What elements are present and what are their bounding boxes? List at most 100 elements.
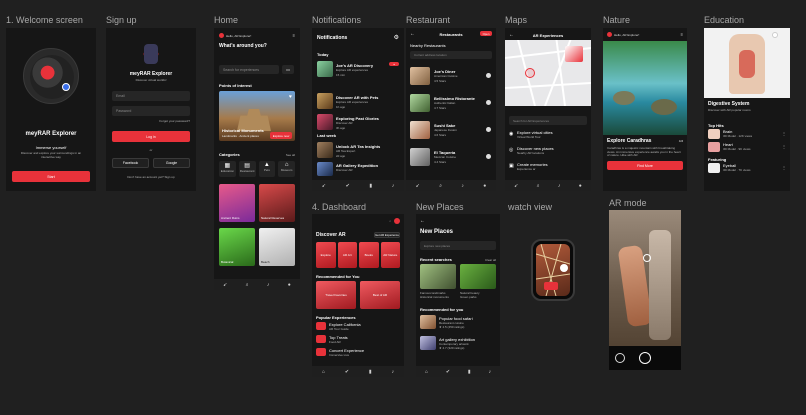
frame-title-signup: Sign up: [106, 15, 137, 25]
add-icon[interactable]: [486, 73, 491, 78]
map-view[interactable]: [505, 28, 591, 106]
get-ar-button[interactable]: Get AR Experience: [374, 232, 400, 238]
new-places-search-input[interactable]: Explore new places: [420, 241, 496, 250]
clear-all-link[interactable]: Clear all: [485, 258, 496, 262]
ar-target-marker[interactable]: [643, 254, 651, 262]
map-marker[interactable]: [525, 68, 535, 78]
close-icon[interactable]: [772, 32, 778, 38]
start-button[interactable]: Start: [12, 171, 90, 182]
maps-title: AR Experiences: [532, 33, 564, 38]
globe-icon: ◉: [509, 131, 514, 137]
map-preview-card[interactable]: [565, 46, 583, 62]
tile-ancient-ruins[interactable]: Ancient Ruins: [219, 184, 255, 222]
explore-now-button[interactable]: Explore now: [270, 132, 292, 139]
nav-check-icon[interactable]: ✔: [446, 369, 450, 375]
category-pets[interactable]: ▲ Pets: [258, 161, 276, 177]
login-button[interactable]: Log in: [112, 131, 190, 142]
nav-profile-icon[interactable]: ●: [288, 282, 291, 288]
address-field[interactable]: Current address location: [410, 51, 492, 59]
bottom-nav: ➹ ✔ ▮ ♪: [312, 180, 404, 191]
google-button[interactable]: Google: [153, 158, 190, 168]
nav-explore-icon[interactable]: ➹: [416, 183, 420, 189]
poi-card[interactable]: Historical Monuments Landmarks · Ancient…: [219, 91, 295, 141]
heart-icon[interactable]: ♥: [289, 94, 292, 100]
add-icon[interactable]: [486, 154, 491, 159]
nav-home-icon[interactable]: ⌂: [322, 369, 325, 375]
add-icon[interactable]: [486, 127, 491, 132]
tile-books[interactable]: Books: [359, 242, 379, 268]
nav-stats-icon[interactable]: ▮: [468, 369, 471, 375]
nav-explore-icon[interactable]: ➹: [514, 183, 518, 189]
tile-ar-nature[interactable]: AR Nature: [380, 242, 400, 268]
signup-subtitle: Discover virtual worlds!: [135, 78, 167, 82]
nav-stats-icon[interactable]: ▮: [369, 369, 372, 375]
nav-search-icon[interactable]: ⌕: [439, 183, 442, 189]
rec-best-card[interactable]: Best of AR: [360, 281, 400, 309]
nav-bell-icon[interactable]: ♪: [558, 183, 561, 189]
nav-check-icon[interactable]: ✔: [346, 183, 350, 189]
nav-search-icon[interactable]: ⌕: [537, 183, 540, 189]
nav-explore-icon[interactable]: ➹: [223, 282, 227, 288]
gear-icon[interactable]: ⚙: [394, 34, 399, 41]
featuring-heading: Featuring: [708, 157, 727, 162]
home-search-input[interactable]: Search for experiences: [219, 65, 279, 74]
more-icon[interactable]: ⋮: [782, 165, 786, 170]
nav-check-icon[interactable]: ✔: [345, 369, 349, 375]
category-label: Pets: [263, 168, 270, 172]
avatar[interactable]: [607, 32, 612, 37]
signup-link[interactable]: Don't have an account yet? Sign up: [106, 175, 196, 179]
popular-sub: AR Tour Guide: [329, 327, 349, 331]
nav-explore-icon[interactable]: ➹: [322, 183, 326, 189]
search-icon[interactable]: ⌕: [389, 219, 391, 223]
nav-stats-icon[interactable]: ▮: [369, 183, 372, 189]
today-heading: Today: [317, 52, 329, 57]
add-icon[interactable]: [486, 100, 491, 105]
nav-bell-icon[interactable]: ♪: [489, 369, 492, 375]
nav-home-icon[interactable]: ⌂: [425, 369, 428, 375]
facebook-button[interactable]: Facebook: [112, 158, 149, 168]
poi-card-title: Historical Monuments: [222, 128, 264, 133]
recent-thumb[interactable]: [460, 264, 496, 289]
password-field[interactable]: Password: [112, 106, 190, 116]
maps-search-input[interactable]: Search for AR Experiences: [509, 116, 587, 125]
restaurant-thumb: [410, 148, 430, 166]
play-icon[interactable]: [560, 264, 568, 272]
back-arrow-icon[interactable]: ←: [420, 218, 425, 224]
menu-icon[interactable]: ≡: [681, 32, 683, 37]
watch-map[interactable]: [536, 244, 570, 296]
category-education[interactable]: ▦ Education: [219, 161, 236, 177]
restaurant-cuisine: Mexican Cuisine: [434, 155, 457, 159]
category-museum[interactable]: ⌂ Museum: [278, 161, 295, 177]
category-restaurant[interactable]: ▤ Restaurant: [238, 161, 256, 177]
recent-thumb[interactable]: [420, 264, 456, 289]
filter-icon[interactable]: ▭: [282, 65, 294, 74]
bottom-nav: ➹ ⌕ ♪ ●: [505, 180, 591, 191]
gallery-icon[interactable]: [615, 353, 625, 363]
tile-natural-reserves[interactable]: Natural Reserves: [259, 184, 295, 222]
notification-meta: 1h ago: [336, 105, 346, 109]
find-more-button[interactable]: Find More: [607, 161, 683, 170]
tile-botanical[interactable]: Botanical: [219, 228, 255, 266]
category-label: Restaurant: [239, 169, 255, 173]
nav-search-icon[interactable]: ⌕: [246, 282, 249, 288]
email-field[interactable]: Email: [112, 91, 190, 101]
menu-icon[interactable]: ≡: [293, 33, 295, 38]
nav-bell-icon[interactable]: ♪: [392, 369, 395, 375]
forgot-password-link[interactable]: Forgot your password?: [159, 119, 190, 123]
more-icon[interactable]: ⋮: [782, 131, 786, 136]
avatar[interactable]: [394, 218, 400, 224]
tile-label: Beach: [261, 260, 270, 264]
nav-profile-icon[interactable]: ●: [579, 183, 582, 189]
tile-explore[interactable]: Explore: [316, 242, 336, 268]
see-all-link[interactable]: See all: [286, 153, 295, 157]
rec-travel-card[interactable]: Travel Favorites: [316, 281, 356, 309]
avatar[interactable]: [219, 33, 224, 38]
nav-bell-icon[interactable]: ♪: [461, 183, 464, 189]
tile-ar-art[interactable]: AR Art: [337, 242, 357, 268]
nav-bell-icon[interactable]: ♪: [392, 183, 395, 189]
nav-bell-icon[interactable]: ♪: [267, 282, 270, 288]
shutter-button[interactable]: [639, 352, 651, 364]
more-icon[interactable]: ⋮: [782, 144, 786, 149]
tile-beach[interactable]: Beach: [259, 228, 295, 266]
nav-profile-icon[interactable]: ●: [483, 183, 486, 189]
